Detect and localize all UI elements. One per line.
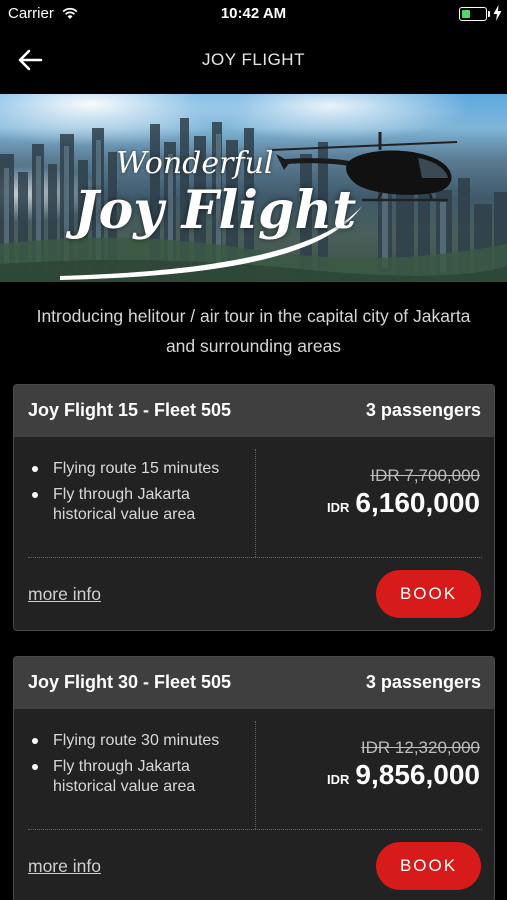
horizontal-divider [28, 557, 482, 558]
status-time: 10:42 AM [220, 5, 287, 22]
feature-list: Flying route 15 minutes Fly through Jaka… [28, 459, 248, 531]
feature-text: Fly through Jakarta historical value are… [53, 486, 196, 523]
feature-list: Flying route 30 minutes Fly through Jaka… [28, 731, 248, 803]
intro-text: Introducing helitour / air tour in the c… [36, 306, 471, 356]
package-card-header: Joy Flight 15 - Fleet 505 3 passengers [14, 385, 494, 437]
navigation-bar: JOY FLIGHT [0, 28, 507, 94]
discounted-price: IDR 9,856,000 [327, 759, 480, 791]
battery-level [461, 9, 470, 18]
feature-text: Fly through Jakarta historical value are… [53, 758, 196, 795]
battery-tip [488, 11, 490, 17]
feature-item: Flying route 15 minutes [28, 459, 248, 479]
book-button[interactable]: BOOK [376, 570, 481, 618]
feature-text: Flying route 30 minutes [53, 732, 220, 749]
hero-title-line2: Joy Flight [74, 180, 357, 241]
package-card: Joy Flight 30 - Fleet 505 3 passengers F… [13, 656, 495, 900]
bullet-icon [32, 466, 38, 472]
charging-bolt-icon [493, 5, 502, 21]
vertical-divider [255, 449, 256, 557]
battery-icon [459, 7, 487, 21]
original-price: IDR 12,320,000 [360, 738, 480, 757]
feature-item: Fly through Jakarta historical value are… [28, 757, 248, 797]
package-title: Joy Flight 30 - Fleet 505 [28, 672, 232, 692]
vertical-divider [255, 721, 256, 829]
package-card: Joy Flight 15 - Fleet 505 3 passengers F… [13, 384, 495, 631]
original-price: IDR 7,700,000 [370, 466, 480, 485]
discounted-price: IDR 6,160,000 [327, 487, 480, 519]
passenger-count: 3 passengers [365, 400, 481, 420]
status-bar: Carrier 10:42 AM [0, 0, 507, 28]
page-title: JOY FLIGHT [202, 50, 305, 69]
bullet-icon [32, 764, 38, 770]
passenger-count: 3 passengers [365, 672, 481, 692]
hero-title-line1: Wonderful [116, 146, 274, 181]
price-value: 9,856,000 [355, 759, 480, 790]
bullet-icon [32, 738, 38, 744]
price-value: 6,160,000 [355, 487, 480, 518]
feature-item: Fly through Jakarta historical value are… [28, 485, 248, 525]
package-title: Joy Flight 15 - Fleet 505 [28, 400, 232, 420]
price-currency: IDR [327, 772, 350, 787]
more-info-link[interactable]: more info [28, 856, 101, 877]
feature-text: Flying route 15 minutes [53, 460, 220, 477]
more-info-link[interactable]: more info [28, 584, 101, 605]
hero-banner: Wonderful Joy Flight [0, 94, 507, 282]
bullet-icon [32, 492, 38, 498]
price-currency: IDR [327, 500, 350, 515]
feature-item: Flying route 30 minutes [28, 731, 248, 751]
book-button[interactable]: BOOK [376, 842, 481, 890]
horizontal-divider [28, 829, 482, 830]
package-card-header: Joy Flight 30 - Fleet 505 3 passengers [14, 657, 494, 709]
